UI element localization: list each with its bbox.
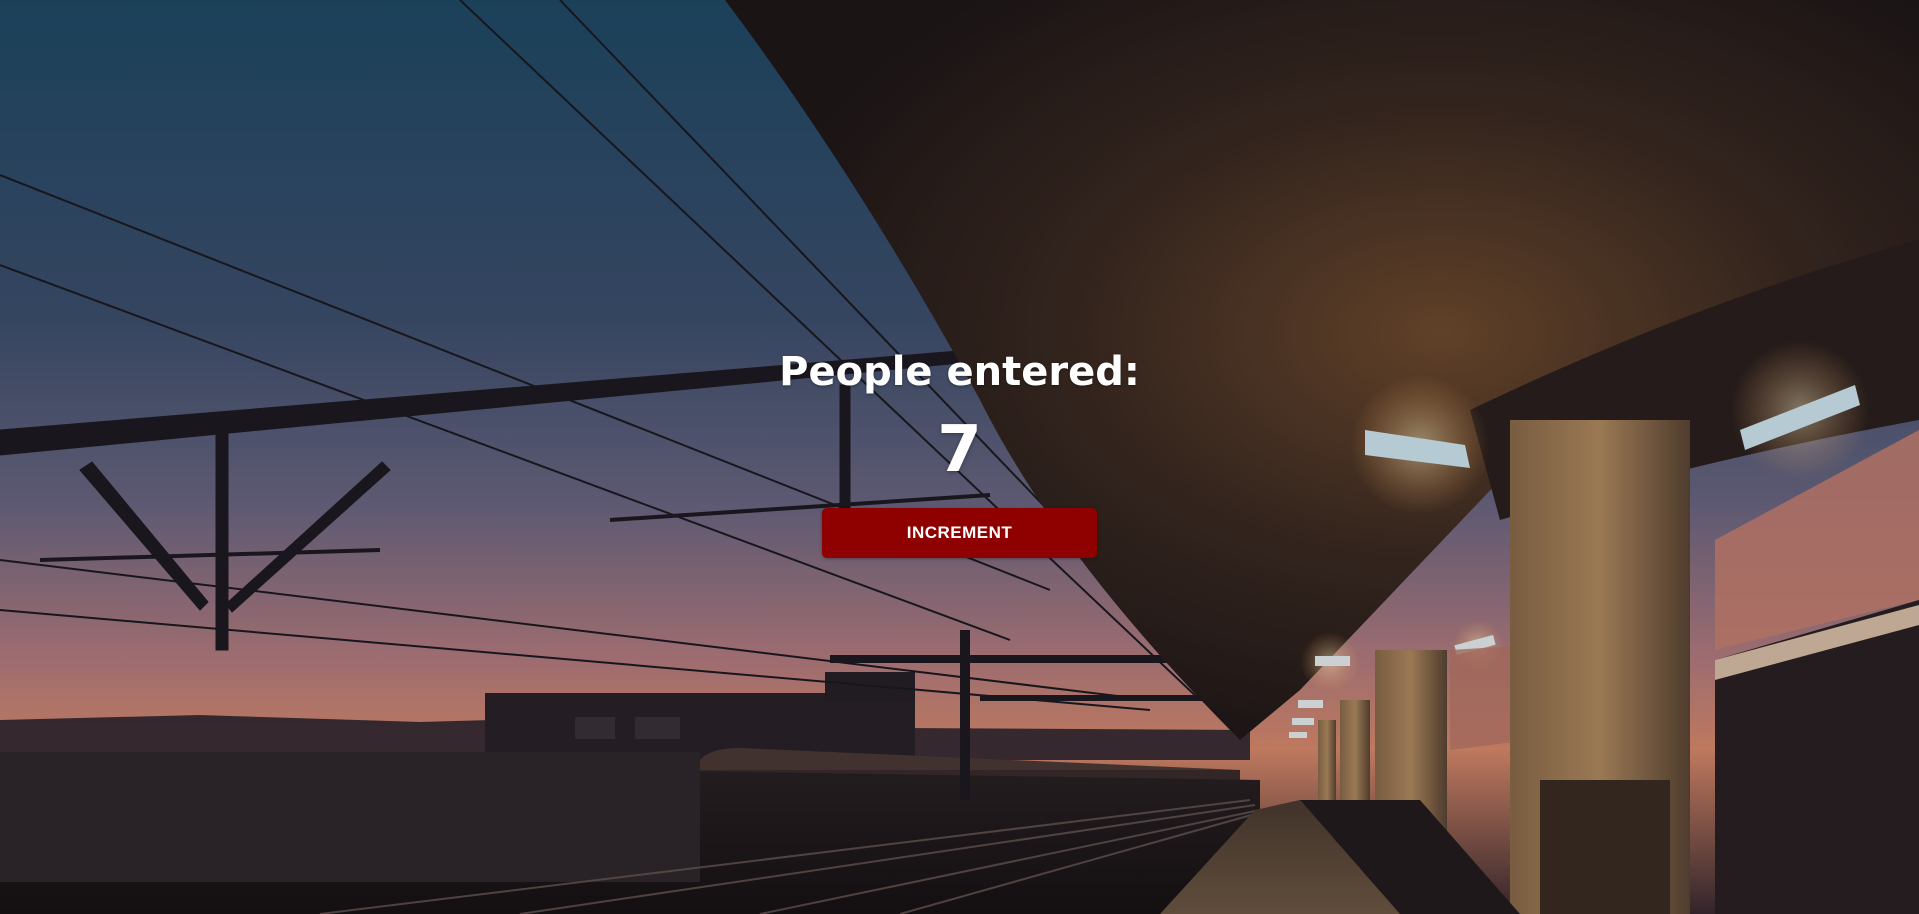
increment-button[interactable]: INCREMENT xyxy=(822,508,1097,558)
counter-value: 7 xyxy=(937,413,982,487)
counter-title: People entered: xyxy=(779,349,1140,395)
counter-panel: People entered: 7 INCREMENT xyxy=(0,346,1919,558)
